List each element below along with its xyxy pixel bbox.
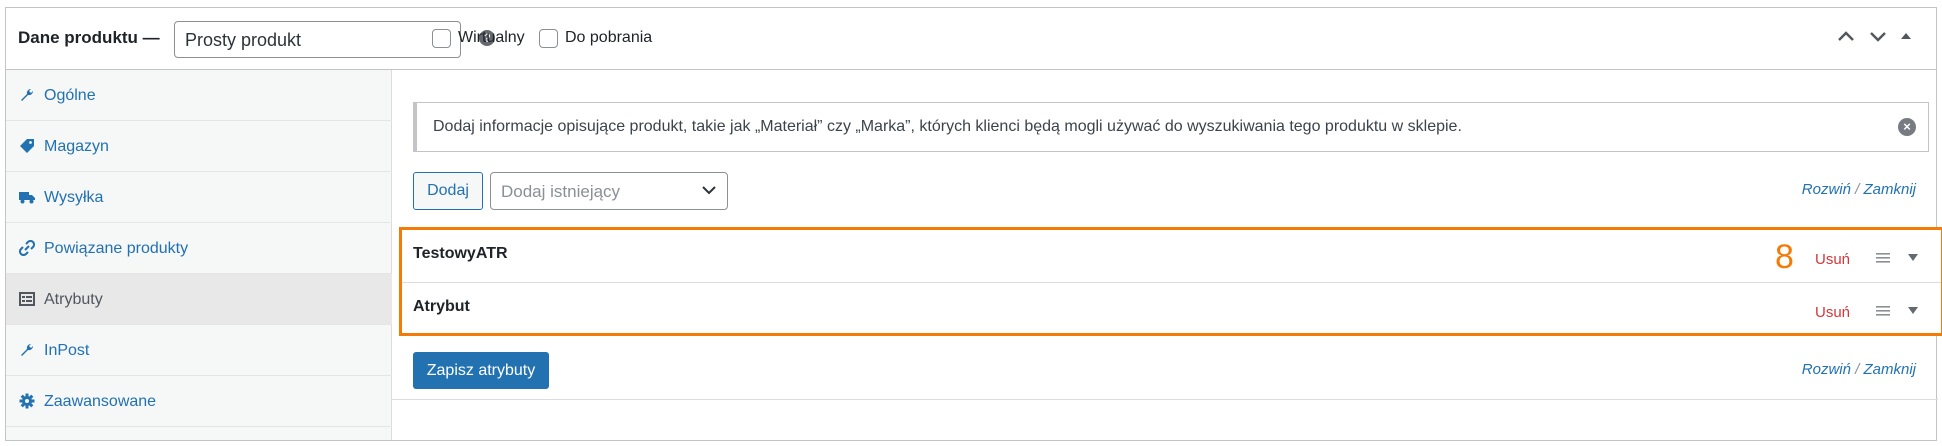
- expand-link[interactable]: Rozwiń: [1802, 181, 1851, 198]
- sidebar-item-shipping[interactable]: Wysyłka: [6, 172, 392, 223]
- truck-icon: [19, 192, 35, 204]
- sidebar-item-advanced[interactable]: Zaawansowane: [6, 376, 392, 427]
- drag-handle-icon[interactable]: [1876, 252, 1890, 264]
- toggle-triangle-icon[interactable]: [1908, 254, 1918, 261]
- divider: [392, 399, 1938, 400]
- sidebar-item-label: Magazyn: [44, 138, 109, 155]
- toggle-triangle-icon[interactable]: [1908, 307, 1918, 314]
- downloadable-label: Do pobrania: [565, 29, 653, 46]
- list-icon: [19, 292, 35, 306]
- expand-collapse-bottom: Rozwiń / Zamknij: [1802, 361, 1916, 378]
- link-icon: [19, 240, 35, 256]
- drag-handle-icon[interactable]: [1876, 305, 1890, 317]
- collapse-link[interactable]: Zamknij: [1863, 181, 1916, 198]
- chevron-down-icon: [702, 186, 716, 195]
- product-type-select[interactable]: Prosty produkt: [174, 21, 461, 58]
- product-data-panel: Dane produktu — Prosty produkt ? Wirtual…: [5, 7, 1942, 441]
- sidebar-item-label: Wysyłka: [44, 189, 104, 206]
- notice-text: Dodaj informacje opisujące produkt, taki…: [433, 118, 1462, 135]
- attribute-name: Atrybut: [413, 298, 470, 315]
- close-icon[interactable]: ×: [1898, 118, 1916, 136]
- wrench-icon: [21, 88, 34, 101]
- chevron-up-icon[interactable]: [1836, 26, 1856, 46]
- sidebar-item-label: Zaawansowane: [44, 393, 157, 410]
- annotation-number: 8: [1775, 238, 1794, 276]
- attribute-name: TestowyATR: [413, 245, 508, 262]
- remove-attribute-link[interactable]: Usuń: [1815, 251, 1850, 268]
- downloadable-checkbox[interactable]: [539, 29, 558, 48]
- attributes-list: TestowyATR 8 Usuń Atrybut Usuń: [399, 227, 1942, 336]
- remove-attribute-link[interactable]: Usuń: [1815, 304, 1850, 321]
- panel-header: Dane produktu — Prosty produkt ? Wirtual…: [6, 8, 1936, 70]
- attribute-row[interactable]: Atrybut Usuń: [402, 282, 1941, 333]
- attribute-row[interactable]: TestowyATR 8 Usuń: [402, 230, 1941, 281]
- expand-collapse-top: Rozwiń / Zamknij: [1802, 181, 1916, 198]
- info-notice: Dodaj informacje opisujące produkt, taki…: [413, 102, 1929, 152]
- panel-title: Dane produktu —: [18, 28, 160, 47]
- add-attribute-button[interactable]: Dodaj: [413, 172, 483, 210]
- sidebar-item-label: Atrybuty: [44, 291, 103, 308]
- existing-attribute-select[interactable]: Dodaj istniejący: [490, 172, 728, 210]
- product-type-value: Prosty produkt: [185, 30, 302, 50]
- save-attributes-button[interactable]: Zapisz atrybuty: [413, 352, 549, 389]
- tag-icon: [20, 139, 34, 153]
- chevron-down-icon[interactable]: [1868, 26, 1888, 46]
- sidebar-item-inventory[interactable]: Magazyn: [6, 121, 392, 172]
- sidebar-item-label: InPost: [44, 342, 90, 359]
- expand-link[interactable]: Rozwiń: [1802, 361, 1851, 378]
- wrench-icon: [21, 343, 34, 356]
- sidebar-item-label: Ogólne: [44, 87, 96, 104]
- product-data-tabs: Ogólne Magazyn Wysyłka Powiązane produkt…: [6, 70, 392, 440]
- virtual-label: Wirtualny: [458, 29, 525, 46]
- existing-attribute-placeholder: Dodaj istniejący: [501, 182, 621, 201]
- sidebar-item-general[interactable]: Ogólne: [6, 70, 392, 121]
- separator: /: [1850, 181, 1864, 198]
- panel-controls: [1836, 26, 1926, 50]
- sidebar-item-inpost[interactable]: InPost: [6, 325, 392, 376]
- sidebar-item-linked-products[interactable]: Powiązane produkty: [6, 223, 392, 274]
- gear-icon: [19, 393, 35, 409]
- collapse-link[interactable]: Zamknij: [1863, 361, 1916, 378]
- separator: /: [1850, 361, 1864, 378]
- virtual-checkbox[interactable]: [432, 29, 451, 48]
- sidebar-item-attributes[interactable]: Atrybuty: [6, 274, 392, 325]
- sidebar-item-label: Powiązane produkty: [44, 240, 189, 257]
- collapse-triangle-icon[interactable]: [1900, 30, 1912, 42]
